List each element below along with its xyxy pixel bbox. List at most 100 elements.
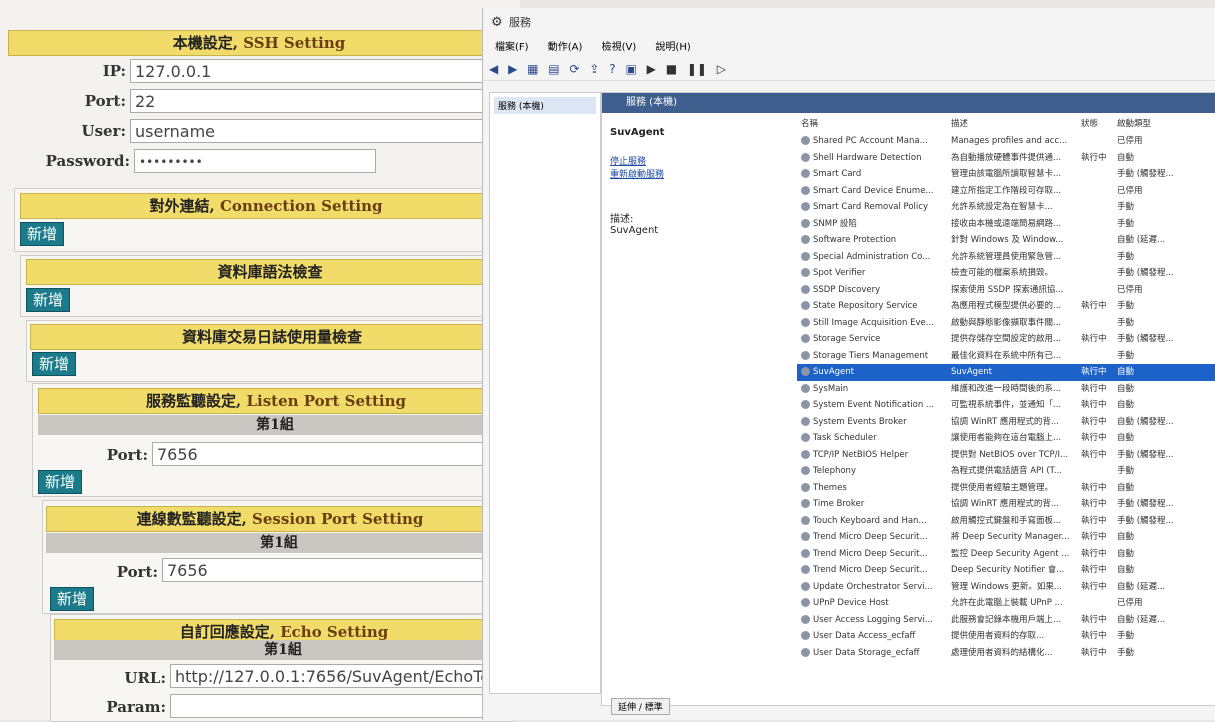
service-status — [1081, 133, 1117, 150]
properties-icon[interactable]: ▤ — [548, 58, 559, 80]
table-row[interactable]: Shared PC Account Mana... Manages profile… — [797, 133, 1215, 150]
table-row[interactable]: System Events Broker 協調 WinRT 應用程式的背... 執行… — [797, 414, 1215, 431]
service-startup: 手動 (觸發程... — [1117, 169, 1174, 179]
service-status: 執行中 — [1081, 301, 1107, 311]
url-field[interactable]: http://127.0.0.1:7656/SuvAgent/EchoTest — [170, 664, 508, 688]
refresh-icon[interactable]: ⟳ — [569, 58, 579, 80]
column-name[interactable]: 名稱 — [797, 115, 951, 133]
forward-icon[interactable]: ▶ — [508, 58, 517, 80]
start-icon[interactable]: ▶ — [647, 58, 656, 80]
stop-icon[interactable]: ■ — [666, 58, 677, 80]
password-field[interactable]: ••••••••• — [134, 149, 376, 173]
param-field[interactable] — [170, 694, 508, 718]
url-label: URL: — [124, 669, 166, 687]
table-row[interactable]: Time Broker 協調 WinRT 應用程式的背... 執行中 手動 (觸發程.… — [797, 496, 1215, 513]
table-row[interactable]: System Event Notification ... 可監視系統事件，並通知… — [797, 397, 1215, 414]
service-name-text: Time Broker — [813, 499, 865, 509]
table-row[interactable]: UPnP Device Host 允許在此電腦上裝載 UPnP ... 已停用 — [797, 595, 1215, 612]
menu-view[interactable]: 檢視(V) — [602, 42, 637, 53]
table-row[interactable]: SuvAgent SuvAgent 執行中 自動 — [797, 364, 1215, 381]
service-startup: 已停用 — [1117, 185, 1143, 196]
table-row[interactable]: Trend Micro Deep Securit... 監控 Deep Secur… — [797, 546, 1215, 563]
table-row[interactable]: Task Scheduler 讓使用者能夠在這台電腦上... 執行中 自動 — [797, 430, 1215, 447]
service-name: Smart Card — [797, 166, 951, 183]
service-desc: 提供對 NetBIOS over TCP/I... — [951, 449, 1069, 460]
table-row[interactable]: Special Administration Co... 允許系統管理員使用緊急管… — [797, 249, 1215, 266]
table-row[interactable]: SSDP Discovery 探索使用 SSDP 探索通訊協... 已停用 — [797, 282, 1215, 299]
table-row[interactable]: User Data Access_ecfaff 提供使用者資料的存取... 執行中手… — [797, 628, 1215, 645]
table-row[interactable]: SNMP 設陷 接收由本機或遠端簡易網路... 手動 — [797, 216, 1215, 233]
table-row[interactable]: Shell Hardware Detection 為自動播放硬體事件提供通... 執… — [797, 150, 1215, 167]
listen-port-field[interactable]: 7656 — [152, 442, 508, 466]
table-row[interactable]: Spot Verifier 檢查可能的檔案系統損毀。 手動 (觸發程... — [797, 265, 1215, 282]
service-name: User Data Storage_ecfaff — [797, 645, 951, 662]
service-startup: 手動 (觸發程... — [1117, 515, 1174, 526]
ip-field[interactable]: 127.0.0.1 — [130, 59, 510, 83]
service-desc: 啟用觸控式鍵盤和手寫面板... — [951, 515, 1062, 526]
table-row[interactable]: Smart Card Removal Policy 允許系統設定為在智慧卡... 手… — [797, 199, 1215, 216]
column-status[interactable]: 狀態 — [1081, 115, 1117, 133]
service-name-text: Smart Card Removal Policy — [813, 202, 928, 212]
service-name: Themes — [797, 480, 951, 497]
tree-node-services-local[interactable]: 服務 (本機) — [494, 97, 596, 114]
table-row[interactable]: Software Protection 針對 Windows 及 Window..… — [797, 232, 1215, 249]
table-row[interactable]: User Data Storage_ecfaff 處理使用者資料的結構化... 執行… — [797, 645, 1215, 662]
table-row[interactable]: Still Image Acquisition Eve... 啟動與靜態影像擷取事… — [797, 315, 1215, 332]
service-name-text: Themes — [813, 482, 847, 493]
table-row[interactable]: User Access Logging Servi... 此服務會記錄本機用戶端上… — [797, 612, 1215, 629]
connection-header-cn: 對外連結, — [149, 197, 215, 215]
export-icon[interactable]: ⇪ — [589, 58, 599, 80]
table-row[interactable]: Themes 提供使用者經驗主題管理。 執行中 自動 — [797, 480, 1215, 497]
db-txlog-add-button[interactable]: 新增 — [32, 352, 77, 376]
port-field[interactable]: 22 — [130, 89, 510, 113]
table-row[interactable]: Storage Service 提供存儲存空間設定的啟用... 執行中 手動 (觸發程… — [797, 331, 1215, 348]
console-tree-icon[interactable]: ▦ — [527, 58, 538, 80]
listen-add-button[interactable]: 新增 — [38, 470, 83, 494]
service-name-text: User Access Logging Servi... — [813, 614, 933, 625]
menu-file[interactable]: 檔案(F) — [495, 42, 529, 53]
column-startup-type[interactable]: 啟動類型 — [1117, 115, 1177, 133]
services-pane: 服務 (本機) SuvAgent 停止服務 重新啟動服務 描述: SuvAgen… — [601, 92, 1215, 706]
table-row[interactable]: Update Orchestrator Servi... 管理 Windows 更… — [797, 579, 1215, 596]
service-gear-icon — [801, 334, 810, 343]
view-tabs[interactable]: 延伸 / 標準 — [611, 698, 670, 715]
table-row[interactable]: Storage Tiers Management 最佳化資料在系統中所有已... 手… — [797, 348, 1215, 365]
service-status: 執行中 — [1081, 334, 1107, 344]
table-row[interactable]: TCP/IP NetBIOS Helper 提供對 NetBIOS over TC… — [797, 447, 1215, 464]
table-row[interactable]: Smart Card 管理由該電腦所讀取智慧卡... 手動 (觸發程... — [797, 166, 1215, 183]
help-icon[interactable]: ? — [609, 58, 615, 80]
menu-help[interactable]: 說明(H) — [655, 42, 690, 53]
config-page: 本機設定, SSH Setting IP: 127.0.0.1 Port: 22… — [0, 0, 520, 722]
show-hide-icon[interactable]: ▣ — [625, 58, 636, 80]
service-gear-icon — [801, 433, 810, 442]
service-status: 執行中 — [1081, 367, 1107, 377]
pause-icon[interactable]: ❚❚ — [687, 58, 707, 80]
restart-service-link[interactable]: 重新啟動服務 — [610, 167, 790, 180]
connection-add-button[interactable]: 新增 — [20, 222, 65, 246]
session-add-button[interactable]: 新增 — [50, 587, 95, 611]
ssh-setting-header: 本機設定, SSH Setting — [8, 30, 510, 56]
table-row[interactable]: SysMain 維護和改進一段時間後的系... 執行中 自動 — [797, 381, 1215, 398]
stop-service-link[interactable]: 停止服務 — [610, 154, 790, 167]
service-desc: 讓使用者能夠在這台電腦上... — [951, 433, 1062, 443]
service-name-text: Storage Tiers Management — [813, 350, 929, 361]
table-row[interactable]: Trend Micro Deep Securit... 將 Deep Securi… — [797, 529, 1215, 546]
service-name: Shared PC Account Mana... — [797, 133, 951, 150]
table-row[interactable]: Smart Card Device Enume... 建立所指定工作階段可存取..… — [797, 183, 1215, 200]
service-startup: 自動 — [1117, 482, 1135, 493]
table-row[interactable]: Touch Keyboard and Han... 啟用觸控式鍵盤和手寫面板...… — [797, 513, 1215, 530]
back-icon[interactable]: ◀ — [489, 58, 498, 80]
session-port-field[interactable]: 7656 — [162, 558, 508, 582]
service-name: Smart Card Removal Policy — [797, 199, 951, 216]
table-row[interactable]: State Repository Service 為應用程式模型提供必要的... 執… — [797, 298, 1215, 315]
menu-action[interactable]: 動作(A) — [548, 42, 583, 53]
table-row[interactable]: Telephony 為程式提供電話語音 API (T... 手動 — [797, 463, 1215, 480]
service-startup: 手動 — [1117, 202, 1135, 212]
column-description[interactable]: 描述 — [951, 115, 1081, 133]
table-row[interactable]: Trend Micro Deep Securit... Deep Security… — [797, 562, 1215, 579]
db-syntax-add-button[interactable]: 新增 — [26, 288, 71, 312]
ip-label: IP: — [102, 62, 126, 80]
service-gear-icon — [801, 268, 810, 277]
restart-icon[interactable]: ▷ — [717, 58, 726, 80]
user-field[interactable]: username — [130, 119, 510, 143]
